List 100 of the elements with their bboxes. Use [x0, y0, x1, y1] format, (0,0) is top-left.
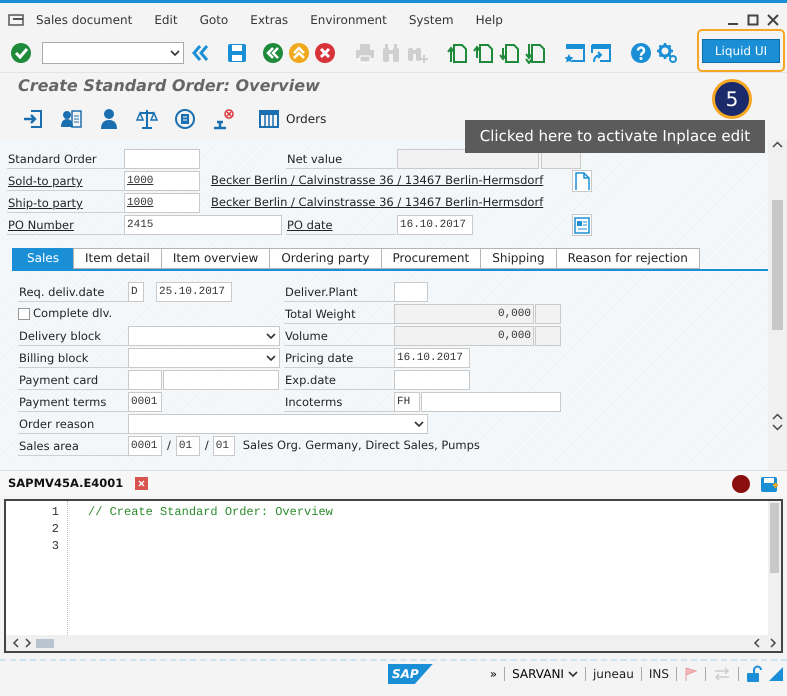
input-field[interactable]: 2415 — [124, 215, 282, 235]
tab[interactable]: Ordering party — [269, 248, 382, 269]
step-badge: 5 — [712, 79, 752, 119]
sap-logo: SAP — [388, 664, 433, 684]
settings-button[interactable] — [656, 42, 678, 64]
input-field[interactable] — [163, 370, 279, 390]
scroll-up-icon[interactable] — [772, 412, 783, 422]
help-button[interactable] — [630, 42, 652, 64]
save-button[interactable] — [226, 42, 248, 64]
orders-button[interactable]: Orders — [258, 108, 326, 130]
tab[interactable]: Shipping — [480, 248, 557, 269]
form-icon — [573, 216, 591, 234]
input-field[interactable] — [394, 282, 428, 302]
scrollbar-thumb[interactable] — [770, 503, 779, 573]
checkbox[interactable] — [18, 308, 30, 320]
menu-icon[interactable] — [8, 12, 24, 26]
tab[interactable]: Sales — [12, 248, 74, 269]
expand-button[interactable]: » — [490, 665, 498, 683]
input-field[interactable]: 1000 — [124, 171, 200, 191]
cancel-button[interactable] — [314, 42, 336, 64]
input-field[interactable]: 16.10.2017 — [394, 348, 470, 368]
input-field[interactable] — [421, 392, 561, 412]
menu-item[interactable]: Sales document — [36, 10, 132, 28]
page-icon — [573, 172, 591, 190]
stamp-cancel-icon[interactable] — [212, 108, 234, 130]
menu-item[interactable]: Help — [476, 10, 503, 28]
tab[interactable]: Reason for rejection — [556, 248, 700, 269]
up-chevron-button[interactable] — [288, 42, 310, 64]
shortcut-button[interactable] — [590, 42, 612, 64]
record-icon[interactable] — [731, 474, 751, 494]
menu-item[interactable]: Extras — [250, 10, 288, 28]
page-up-button[interactable] — [472, 42, 494, 64]
scroll-up-icon[interactable] — [772, 140, 783, 150]
caret-icon — [414, 420, 424, 428]
enter-arrow-icon[interactable] — [22, 108, 44, 130]
command-field[interactable] — [42, 42, 184, 64]
input-field[interactable] — [128, 370, 162, 390]
line-number: 1 — [50, 504, 59, 521]
menu-item[interactable]: System — [408, 10, 454, 28]
tab[interactable]: Item overview — [160, 248, 270, 269]
input-field[interactable]: 01 — [176, 436, 200, 456]
display-field[interactable] — [535, 326, 561, 346]
display-field[interactable]: 0,000 — [394, 304, 534, 324]
menu-item[interactable]: Goto — [200, 10, 228, 28]
input-field[interactable]: 16.10.2017 — [397, 215, 473, 235]
scrollbar-thumb[interactable] — [772, 200, 783, 330]
input-field[interactable]: 1000 — [124, 193, 200, 213]
caret-icon — [568, 670, 578, 678]
back-button[interactable] — [262, 42, 284, 64]
flag-icon — [684, 666, 698, 682]
dropdown-field[interactable] — [128, 326, 280, 346]
document-circle-icon[interactable] — [174, 108, 196, 130]
menu-item[interactable]: Edit — [154, 10, 178, 28]
page-down-button[interactable] — [524, 42, 546, 64]
menu-item[interactable]: Environment — [310, 10, 387, 28]
scroll-left-icon[interactable] — [12, 638, 20, 648]
field-label: Net value — [286, 149, 396, 169]
input-field[interactable]: 0001 — [128, 436, 162, 456]
input-field[interactable]: D — [128, 282, 144, 302]
page-down-button[interactable] — [498, 42, 520, 64]
display-field[interactable]: 0,000 — [394, 326, 534, 346]
scroll-right-icon[interactable] — [24, 638, 32, 648]
close-icon[interactable] — [767, 14, 779, 26]
input-field[interactable]: 01 — [212, 436, 235, 456]
input-field[interactable] — [394, 370, 470, 390]
scrollbar-thumb[interactable] — [36, 638, 54, 648]
check-button[interactable] — [10, 42, 32, 64]
unlocked-icon[interactable] — [746, 665, 762, 683]
line-number: 3 — [50, 538, 59, 555]
scroll-left-icon[interactable] — [753, 638, 761, 648]
liquid-ui-button[interactable]: Liquid UI — [702, 38, 780, 62]
scales-icon[interactable] — [136, 108, 158, 130]
tab[interactable]: Item detail — [72, 248, 162, 269]
dropdown-field[interactable] — [128, 348, 280, 368]
caret-icon — [170, 48, 180, 56]
new-window-button[interactable] — [564, 42, 586, 64]
tab[interactable]: Procurement — [380, 248, 482, 269]
close-button[interactable] — [135, 477, 148, 490]
contact-card-icon[interactable] — [60, 108, 82, 130]
field-link[interactable]: PO date — [286, 215, 396, 235]
display-field[interactable] — [535, 304, 561, 324]
page-up-button[interactable] — [446, 42, 468, 64]
editor-tab[interactable]: SAPMV45A.E4001 — [8, 474, 124, 492]
transfer-icon — [713, 667, 731, 681]
partner-link[interactable]: Becker Berlin / Calvinstrasse 36 / 13467 Berlin-Hermsdorf — [211, 194, 561, 212]
person-icon[interactable] — [98, 108, 120, 130]
input-field[interactable]: 25.10.2017 — [156, 282, 232, 302]
dropdown-field[interactable] — [128, 414, 428, 434]
display-field[interactable] — [397, 149, 539, 169]
scroll-right-icon[interactable] — [769, 638, 777, 648]
form-button[interactable] — [572, 214, 592, 236]
input-field[interactable]: FH — [394, 392, 420, 412]
resize-grip-icon — [769, 667, 783, 681]
page-button[interactable] — [572, 170, 592, 192]
maximize-icon[interactable] — [747, 14, 759, 26]
input-field[interactable] — [124, 149, 200, 169]
table-icon — [258, 108, 280, 130]
system-dropdown[interactable]: SARVANI — [512, 665, 578, 683]
input-field[interactable]: 0001 — [128, 392, 162, 412]
partner-link[interactable]: Becker Berlin / Calvinstrasse 36 / 13467 Berlin-Hermsdorf — [211, 172, 561, 190]
